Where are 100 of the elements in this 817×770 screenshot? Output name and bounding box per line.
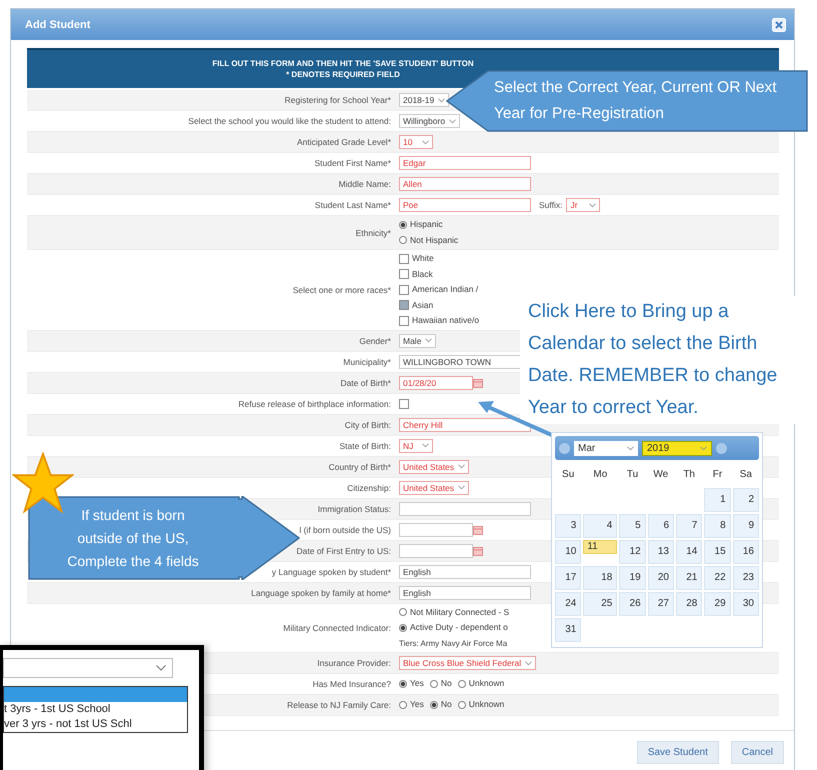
radio-button[interactable]	[399, 624, 407, 632]
calendar-day[interactable]: 31	[555, 618, 582, 642]
input-field[interactable]: English	[399, 564, 531, 578]
date-field[interactable]	[399, 522, 473, 536]
calendar-day[interactable]: 10	[555, 540, 582, 564]
radio-button[interactable]	[399, 608, 407, 616]
radio-button[interactable]	[458, 680, 466, 688]
calendar-day[interactable]: 26	[619, 592, 646, 616]
input-field[interactable]: Allen	[399, 177, 531, 191]
field-label: Refuse release of birthplace information:	[238, 398, 391, 408]
date-field[interactable]	[399, 544, 473, 558]
calendar-day[interactable]: 12	[619, 540, 646, 564]
close-icon[interactable]	[772, 18, 786, 32]
calendar-day[interactable]: 21	[676, 566, 702, 590]
calendar-day[interactable]: 27	[648, 592, 674, 616]
weekday-label: Mo	[592, 468, 608, 482]
radio-button[interactable]	[399, 701, 407, 709]
checkbox[interactable]	[399, 300, 409, 310]
checkbox[interactable]	[399, 398, 409, 408]
select-field[interactable]: Male	[399, 334, 436, 348]
caret-icon	[525, 660, 532, 666]
calendar-icon[interactable]	[473, 378, 483, 388]
calendar-day[interactable]: 6	[648, 514, 674, 538]
calendar-day[interactable]: 16	[732, 540, 759, 564]
field-label: Student Last Name*	[314, 200, 391, 210]
calendar-day[interactable]: 9	[732, 514, 759, 538]
radio-button[interactable]	[399, 220, 407, 229]
calendar-day[interactable]: 7	[676, 514, 702, 538]
calendar-day[interactable]: 24	[555, 592, 582, 616]
calendar-day[interactable]: 15	[704, 540, 731, 564]
select-field[interactable]: Willingboro	[399, 114, 460, 128]
calendar-day[interactable]: 30	[732, 592, 759, 616]
select-field[interactable]	[3, 658, 173, 678]
option-label: No	[440, 698, 452, 712]
month-select[interactable]: Mar	[574, 440, 638, 456]
note-text: Tiers: Army Navy Air Force Ma	[399, 638, 508, 650]
calendar-day[interactable]: 13	[648, 540, 674, 564]
input-field[interactable]: English	[399, 586, 531, 600]
field-label: Military Connected Indicator:	[283, 622, 391, 633]
calendar-day[interactable]: 28	[676, 592, 702, 616]
option-label: Unknown	[468, 698, 504, 712]
checkbox[interactable]	[399, 254, 409, 264]
calendar-icon[interactable]	[473, 546, 483, 556]
caret-icon	[458, 485, 466, 490]
field-label: Citizenship:	[347, 482, 391, 492]
field-label: Immigration Status:	[318, 504, 391, 514]
dropdown-option[interactable]: ver 3 yrs - not 1st US Schl	[4, 717, 187, 732]
calendar-day[interactable]: 19	[619, 566, 646, 590]
calendar-day[interactable]: 20	[648, 566, 674, 590]
input-field[interactable]: Cherry Hill	[399, 418, 531, 432]
star-icon	[12, 452, 74, 514]
banner-text: FILL OUT THIS FORM AND THEN HIT THE 'SAVE STUDENT' BUTTON	[212, 58, 474, 69]
radio-button[interactable]	[399, 680, 407, 688]
calendar-day[interactable]: 23	[732, 566, 759, 590]
input-field[interactable]: Edgar	[399, 156, 531, 170]
radio-button[interactable]	[430, 701, 438, 709]
checkbox[interactable]	[399, 316, 409, 326]
calendar-day[interactable]: 3	[555, 514, 582, 538]
calendar-day[interactable]: 5	[619, 514, 646, 538]
checkbox[interactable]	[399, 269, 409, 280]
select-field[interactable]: United States	[399, 480, 470, 494]
calendar-icon[interactable]	[473, 524, 483, 534]
option-label: Yes	[410, 677, 424, 690]
option-label: Unknown	[468, 677, 504, 690]
calendar-day[interactable]: 18	[583, 566, 618, 590]
calendar-day[interactable]: 14	[676, 540, 702, 564]
caret-icon	[422, 140, 429, 144]
date-field[interactable]: 01/28/20	[399, 376, 473, 390]
calendar-day[interactable]: 29	[704, 592, 731, 616]
field-label: Registering for School Year*	[284, 95, 391, 105]
input-field[interactable]: Poe	[399, 198, 531, 212]
cancel-button[interactable]: Cancel	[730, 741, 784, 764]
radio-button[interactable]	[458, 701, 466, 709]
calendar-day[interactable]: 25	[583, 592, 618, 616]
caret-icon	[438, 98, 446, 102]
select-field[interactable]: Blue Cross Blue Shield Federal	[399, 656, 536, 670]
weekday-label: Th	[682, 468, 696, 482]
field-label: Gender*	[359, 336, 391, 346]
save-button[interactable]: Save Student	[636, 741, 719, 764]
option-label: Black	[412, 268, 433, 280]
caret-icon	[156, 665, 166, 671]
radio-button[interactable]	[399, 236, 407, 244]
select-field[interactable]: 10	[399, 135, 433, 149]
select-field[interactable]: 2018-19	[399, 93, 450, 107]
radio-button[interactable]	[430, 680, 438, 688]
calendar-day[interactable]: 11	[583, 540, 618, 554]
calendar-day[interactable]: 22	[704, 566, 731, 590]
checkbox[interactable]	[399, 284, 409, 295]
calendar-day[interactable]: 1	[704, 488, 731, 512]
input-field[interactable]	[399, 502, 531, 516]
dropdown-option[interactable]: t 3yrs - 1st US School	[4, 702, 187, 717]
select-field[interactable]: United States	[399, 460, 470, 474]
select-field[interactable]: NJ	[399, 438, 433, 452]
weekday-label: Fr	[712, 468, 724, 482]
calendar-day[interactable]: 2	[732, 488, 759, 512]
calendar-day[interactable]: 17	[555, 566, 582, 590]
year-select[interactable]: 2019	[642, 440, 712, 456]
calendar-day[interactable]: 8	[704, 514, 731, 538]
calendar-day[interactable]: 4	[583, 514, 618, 538]
suffix-select[interactable]: Jr	[566, 198, 600, 212]
